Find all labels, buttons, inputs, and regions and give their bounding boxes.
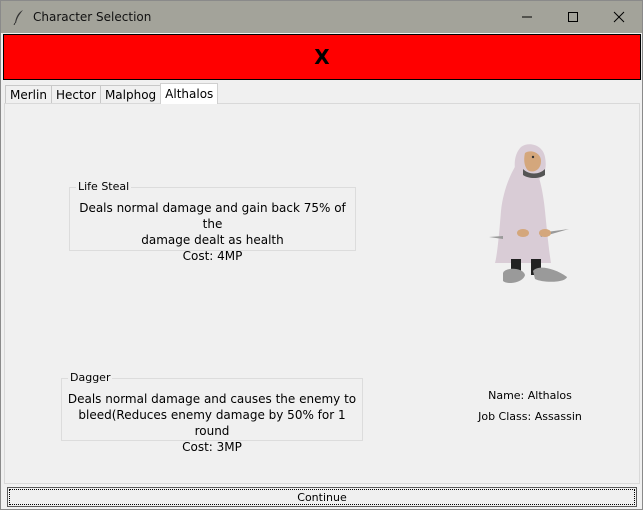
skill-frame-dagger: Dagger Deals normal damage and causes th… — [61, 371, 363, 454]
skill-frame-life-steal: Life Steal Deals normal damage and gain … — [69, 180, 356, 263]
skill-description-line: damage dealt as health — [141, 233, 284, 247]
character-selection-window: Character Selection X Merlin Hector Malp… — [0, 0, 643, 510]
close-icon — [613, 11, 625, 23]
skill-cost: Cost: 3MP — [182, 440, 242, 454]
skill-name: Dagger — [68, 371, 113, 385]
character-name: Name: Althalos — [488, 389, 572, 402]
minimize-button[interactable] — [504, 1, 550, 33]
skill-description-line: bleed(Reduces enemy damage by 50% for 1 … — [78, 408, 346, 438]
hooded-assassin-sprite — [489, 144, 569, 283]
minimize-icon — [522, 16, 532, 18]
skill-cost: Cost: 4MP — [182, 249, 243, 263]
feather-icon — [11, 9, 27, 25]
character-job-class: Job Class: Assassin — [478, 410, 582, 423]
continue-button[interactable]: Continue — [7, 487, 637, 507]
red-banner: X — [3, 34, 641, 80]
skill-description-line: Deals normal damage and gain back 75% of… — [79, 201, 346, 231]
skill-name: Life Steal — [76, 180, 132, 194]
tab-hector[interactable]: Hector — [50, 85, 101, 104]
close-button[interactable] — [596, 1, 642, 33]
tab-merlin[interactable]: Merlin — [5, 85, 52, 104]
maximize-button[interactable] — [550, 1, 596, 33]
window-title: Character Selection — [33, 10, 152, 24]
tab-althalos[interactable]: Althalos — [160, 83, 219, 104]
title-bar[interactable]: Character Selection — [1, 1, 642, 33]
maximize-icon — [568, 12, 578, 22]
tab-malphog[interactable]: Malphog — [99, 85, 162, 104]
character-tabs: Merlin Hector Malphog Althalos — [5, 83, 219, 104]
skill-description-line: Deals normal damage and causes the enemy… — [67, 392, 357, 406]
banner-x-text: X — [314, 45, 330, 69]
